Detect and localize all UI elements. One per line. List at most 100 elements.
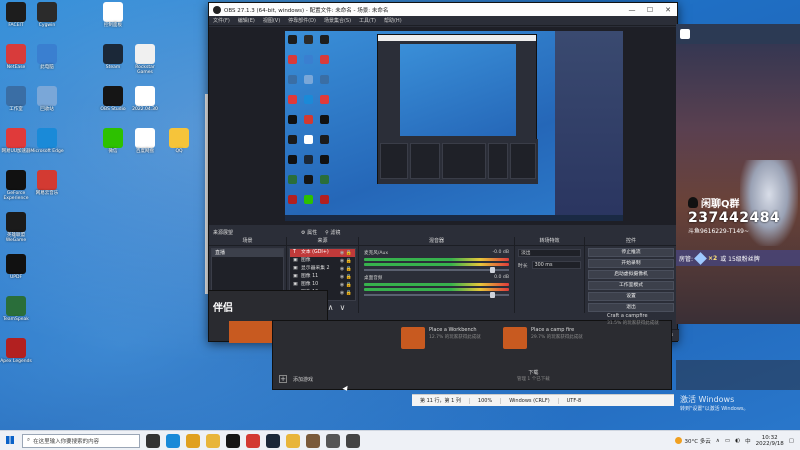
desktop-icon[interactable]: GeForce Experience	[0, 170, 33, 208]
achievement-item[interactable]: Craft a campfire 31.5% 的玩家获得此成就	[607, 313, 673, 339]
visibility-toggle-icon[interactable]: ◉ 🔒	[340, 273, 352, 281]
text-icon: T	[293, 250, 296, 255]
desktop-icon[interactable]: QQ	[162, 128, 196, 166]
virtual-camera-button[interactable]: 启动虚拟摄像机	[588, 270, 674, 279]
visibility-toggle-icon[interactable]: ◉ 🔒	[340, 265, 352, 273]
chevron-up-icon[interactable]: ∧	[716, 438, 720, 444]
exit-button[interactable]: 退出	[588, 303, 674, 312]
obs-icon[interactable]	[226, 433, 240, 448]
menu-tools[interactable]: 工具(T)	[359, 17, 376, 24]
streamer-id: 斗鱼9616229-T149~	[688, 228, 750, 235]
menu-scene-collection[interactable]: 场景集合(S)	[324, 17, 351, 24]
gift-text: 或 15级粉丝牌	[720, 255, 760, 263]
achievement-item[interactable]: Place a camp fire 29.7% 的玩家获得此成就	[503, 327, 623, 353]
source-item[interactable]: ▣ 图像 10 ◉ 🔒	[290, 281, 355, 289]
desktop-icon[interactable]: 2022.04.30	[128, 86, 162, 124]
steam-icon[interactable]	[266, 433, 280, 448]
edge-icon[interactable]	[166, 433, 180, 448]
volume-slider[interactable]	[364, 292, 509, 298]
notification-icon[interactable]: ▢	[789, 438, 794, 444]
downloads-label: 下载	[528, 370, 539, 376]
source-item[interactable]: ▣ 图像 ◉ 🔒	[290, 257, 355, 265]
source-item[interactable]: T 文本 (GDI+) ◉ 🔒	[290, 249, 355, 257]
ime-indicator[interactable]: 中	[745, 437, 751, 445]
transition-select[interactable]: 淡出	[518, 249, 581, 257]
music-icon	[37, 170, 57, 190]
desktop-icon[interactable]: Steam	[96, 44, 130, 82]
properties-button[interactable]: ⚙ 属性	[301, 229, 317, 236]
start-button[interactable]	[0, 435, 20, 446]
desktop-icon[interactable]: 微信	[96, 128, 130, 166]
studio-mode-button[interactable]: 工作室模式	[588, 281, 674, 290]
minimize-button[interactable]: —	[623, 6, 641, 14]
scene-item[interactable]: 直播	[212, 249, 283, 257]
desktop-icon[interactable]: UPDF	[0, 254, 33, 292]
network-icon[interactable]: ▭	[725, 438, 730, 444]
downloads-button[interactable]: 下载 管理 1 个已下载	[517, 369, 550, 382]
mixer-channel[interactable]: 桌面音频 0.0 dB	[361, 273, 512, 298]
settings-button[interactable]: 设置	[588, 292, 674, 301]
steam-achievements-window[interactable]: Place a Workbench 12.7% 的玩家获得此成就 Place a…	[272, 313, 672, 390]
visibility-toggle-icon[interactable]: ◉ 🔒	[340, 281, 352, 289]
visibility-toggle-icon[interactable]: ◉ 🔒	[340, 257, 352, 265]
preview-canvas[interactable]	[285, 31, 623, 221]
visibility-toggle-icon[interactable]: ◉ 🔒	[340, 289, 352, 297]
desktop-icon[interactable]: 工作室	[0, 86, 33, 124]
menu-edit[interactable]: 编辑(E)	[238, 17, 255, 24]
desktop-icon[interactable]: TeamSpeak	[0, 296, 33, 334]
netease-music-icon[interactable]	[246, 433, 260, 448]
close-button[interactable]: ✕	[659, 6, 677, 14]
stream-logo-icon	[680, 29, 690, 39]
baidu-icon	[135, 128, 155, 148]
maximize-button[interactable]: ☐	[641, 6, 659, 14]
menu-docks[interactable]: 停靠部件(D)	[288, 17, 316, 24]
taskbar-search-input[interactable]: ⌕ 在这里输入你要搜索的内容	[22, 433, 140, 448]
clock-app-icon[interactable]	[346, 433, 360, 448]
menu-file[interactable]: 文件(F)	[213, 17, 230, 24]
task-view-icon[interactable]	[146, 433, 160, 448]
menu-help[interactable]: 帮助(H)	[384, 17, 402, 24]
desktop-icon[interactable]: 控制面板	[96, 2, 130, 40]
desktop-icon[interactable]: Apex Legends	[0, 338, 33, 376]
start-recording-button[interactable]: 开始录制	[588, 259, 674, 268]
mixer-channel[interactable]: 麦克风/Aux -0.0 dB	[361, 248, 512, 273]
volume-slider[interactable]	[364, 267, 509, 273]
duration-input[interactable]: 300 ms	[531, 261, 581, 269]
source-item[interactable]: ▣ 图像 11 ◉ 🔒	[290, 273, 355, 281]
desktop-icon-label: 百度网盘	[136, 149, 154, 154]
add-game-label[interactable]: 添加游戏	[293, 376, 313, 383]
stop-streaming-button[interactable]: 停止推流	[588, 248, 674, 257]
filters-button[interactable]: ⚲ 滤镜	[325, 229, 340, 236]
preview-desktop-icon	[288, 195, 297, 204]
desktop-icon[interactable]: 英雄联盟WeGame	[0, 212, 33, 250]
folder-icon[interactable]	[286, 433, 300, 448]
desktop-icon[interactable]: 此电脑	[30, 44, 64, 82]
add-game-icon[interactable]: +	[279, 375, 287, 383]
desktop-icon[interactable]: 回收站	[30, 86, 64, 124]
desktop-icon[interactable]: FACEIT	[0, 2, 33, 40]
chrome-icon[interactable]	[186, 433, 200, 448]
desktop-icon[interactable]: 网易UU加速器	[0, 128, 33, 166]
desktop-icon-label: 控制面板	[104, 23, 122, 28]
explorer-icon[interactable]	[206, 433, 220, 448]
desktop-icon[interactable]: OBS Studio	[96, 86, 130, 124]
desktop-icon[interactable]: 百度网盘	[128, 128, 162, 166]
desktop-icon[interactable]: Rockstar Games	[128, 44, 162, 82]
obs-preview[interactable]	[209, 27, 679, 225]
weather-widget[interactable]: 30°C 多云	[675, 437, 711, 445]
clock[interactable]: 10:32 2022/9/18	[756, 435, 784, 447]
game-icon[interactable]	[306, 433, 320, 448]
move-down-button[interactable]: ∨	[339, 303, 345, 312]
app-icon[interactable]	[326, 433, 340, 448]
source-item[interactable]: ▣ 显示器采集 2 ◉ 🔒	[290, 265, 355, 273]
move-up-button[interactable]: ∧	[328, 303, 334, 312]
menu-view[interactable]: 视图(V)	[263, 17, 280, 24]
volume-icon[interactable]: ◖)	[735, 438, 740, 444]
desktop-icon[interactable]: Cygwin	[30, 2, 64, 40]
obs-titlebar[interactable]: OBS 27.1.3 (64-bit, windows) - 配置文件: 未命名…	[209, 3, 677, 16]
preview-desktop-icon	[320, 115, 329, 124]
visibility-toggle-icon[interactable]: ◉ 🔒	[340, 249, 352, 257]
desktop-icon[interactable]: Microsoft Edge	[30, 128, 64, 166]
desktop-icon[interactable]: 网易云音乐	[30, 170, 64, 208]
desktop-icon[interactable]: NetEase	[0, 44, 33, 82]
